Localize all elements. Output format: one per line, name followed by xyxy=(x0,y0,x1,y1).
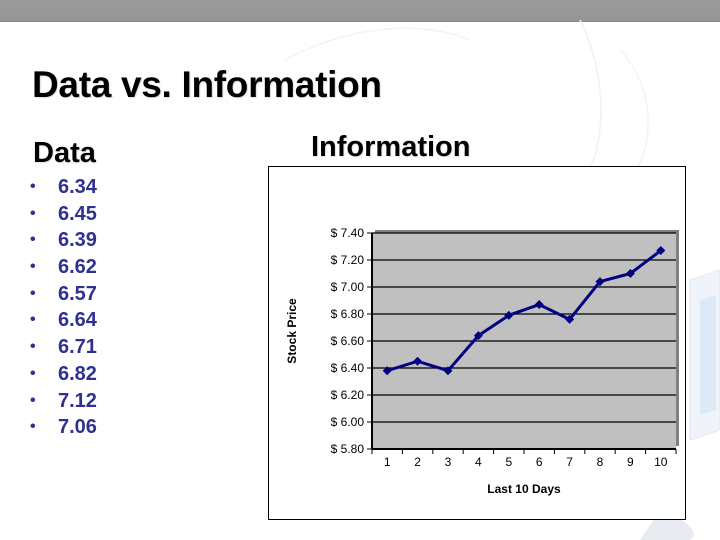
bullet-icon: • xyxy=(30,391,36,409)
x-tick-label: 7 xyxy=(566,455,573,469)
y-tick-label: $ 7.00 xyxy=(331,280,365,294)
bullet-icon: • xyxy=(30,311,36,329)
bullet-icon: • xyxy=(30,418,36,436)
top-bar xyxy=(0,0,720,22)
data-value: 6.57 xyxy=(58,282,97,305)
bullet-icon: • xyxy=(30,338,36,356)
y-tick-label: $ 6.60 xyxy=(331,334,365,348)
y-tick-label: $ 7.20 xyxy=(331,253,365,267)
bullet-icon: • xyxy=(30,364,36,382)
data-value: 7.12 xyxy=(58,389,97,412)
x-tick-label: 5 xyxy=(505,455,512,469)
y-tick-label: $ 7.40 xyxy=(331,226,365,240)
x-axis-title: Last 10 Days xyxy=(487,482,561,496)
x-tick-label: 4 xyxy=(475,455,482,469)
list-item: • 7.06 xyxy=(30,414,97,441)
list-item: • 6.71 xyxy=(30,334,97,361)
y-tick-label: $ 6.20 xyxy=(331,388,365,402)
slide-title: Data vs. Information xyxy=(32,64,382,105)
list-item: • 7.12 xyxy=(30,388,97,415)
y-tick-label: $ 5.80 xyxy=(331,442,365,456)
x-tick-label: 8 xyxy=(597,455,604,469)
y-tick-label: $ 6.40 xyxy=(331,361,365,375)
list-item: • 6.82 xyxy=(30,361,97,388)
x-tick-label: 6 xyxy=(536,455,543,469)
data-value: 6.34 xyxy=(58,176,97,198)
information-heading: Information xyxy=(311,131,471,163)
x-tick-label: 9 xyxy=(627,455,634,469)
list-item: • 6.45 xyxy=(30,201,97,228)
bullet-icon: • xyxy=(30,284,36,302)
x-tick-label: 1 xyxy=(384,455,391,469)
list-item: • 6.64 xyxy=(30,307,97,334)
list-item: • 6.34 xyxy=(30,174,97,201)
data-heading: Data xyxy=(33,137,96,169)
y-tick-label: $ 6.80 xyxy=(331,307,365,321)
data-value: 6.62 xyxy=(58,256,97,279)
data-value: 6.45 xyxy=(58,202,97,225)
y-tick-label: $ 6.00 xyxy=(331,415,365,429)
bullet-icon: • xyxy=(30,231,36,249)
chart-frame: $ 5.80 $ 6.00 $ 6.20 $ 6.40 $ 6.60 $ 6.80 $ 7.… xyxy=(268,166,686,520)
x-tick-label: 10 xyxy=(654,455,668,469)
data-value: 7.06 xyxy=(58,416,97,439)
line-chart: $ 5.80 $ 6.00 $ 6.20 $ 6.40 $ 6.60 $ 6.80 $ 7.… xyxy=(285,226,679,496)
bullet-icon: • xyxy=(30,178,36,195)
data-value: 6.82 xyxy=(58,362,97,385)
y-axis-title: Stock Price xyxy=(285,298,299,364)
list-item: • 6.57 xyxy=(30,281,97,308)
bullet-icon: • xyxy=(30,258,36,276)
list-item: • 6.62 xyxy=(30,254,97,281)
x-tick-label: 2 xyxy=(414,455,421,469)
list-item: • 6.39 xyxy=(30,227,97,254)
data-value: 6.71 xyxy=(58,336,97,359)
x-tick-label: 3 xyxy=(445,455,452,469)
bullet-icon: • xyxy=(30,204,36,222)
data-list: • 6.34 • 6.45 • 6.39 • 6.62 • 6.57 • 6.64 • 6.7… xyxy=(30,174,97,441)
data-value: 6.39 xyxy=(58,229,97,252)
data-value: 6.64 xyxy=(58,309,97,332)
